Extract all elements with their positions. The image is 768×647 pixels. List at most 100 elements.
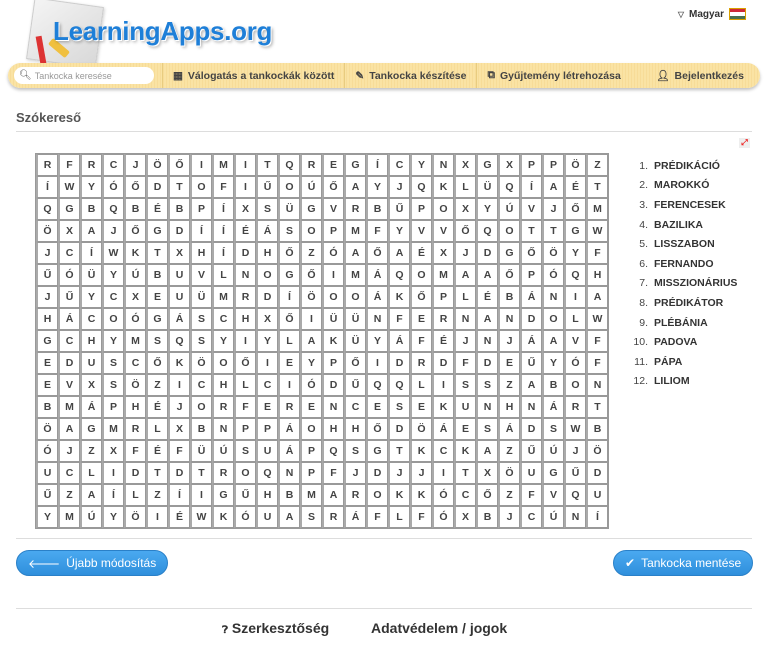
grid-cell[interactable]: W xyxy=(564,418,586,440)
grid-cell[interactable]: S xyxy=(388,396,410,418)
grid-cell[interactable]: Y xyxy=(542,352,564,374)
grid-cell[interactable]: Y xyxy=(212,330,234,352)
grid-cell[interactable]: J xyxy=(564,440,586,462)
grid-cell[interactable]: X xyxy=(454,154,476,176)
grid-cell[interactable]: A xyxy=(80,220,102,242)
grid-cell[interactable]: P xyxy=(432,286,454,308)
grid-cell[interactable]: K xyxy=(432,396,454,418)
grid-cell[interactable]: I xyxy=(190,484,212,506)
grid-cell[interactable]: Ő xyxy=(366,418,388,440)
grid-cell[interactable]: K xyxy=(410,484,432,506)
grid-cell[interactable]: T xyxy=(454,462,476,484)
grid-cell[interactable]: A xyxy=(586,286,608,308)
grid-cell[interactable]: R xyxy=(278,396,300,418)
grid-cell[interactable]: O xyxy=(366,484,388,506)
grid-cell[interactable]: I xyxy=(256,352,278,374)
grid-cell[interactable]: B xyxy=(542,374,564,396)
grid-cell[interactable]: Ű xyxy=(58,286,80,308)
grid-cell[interactable]: U xyxy=(36,462,58,484)
grid-cell[interactable]: V xyxy=(322,198,344,220)
grid-cell[interactable]: G xyxy=(212,484,234,506)
grid-cell[interactable]: G xyxy=(278,264,300,286)
grid-cell[interactable]: S xyxy=(344,440,366,462)
grid-cell[interactable]: F xyxy=(322,462,344,484)
grid-cell[interactable]: C xyxy=(58,242,80,264)
grid-cell[interactable]: Á xyxy=(344,506,366,528)
grid-cell[interactable]: W xyxy=(102,242,124,264)
grid-cell[interactable]: P xyxy=(410,198,432,220)
grid-cell[interactable]: Á xyxy=(388,330,410,352)
grid-cell[interactable]: R xyxy=(564,396,586,418)
grid-cell[interactable]: M xyxy=(432,264,454,286)
grid-cell[interactable]: Y xyxy=(36,506,58,528)
grid-cell[interactable]: G xyxy=(564,220,586,242)
grid-cell[interactable]: Y xyxy=(102,330,124,352)
grid-cell[interactable]: G xyxy=(344,154,366,176)
grid-cell[interactable]: B xyxy=(168,198,190,220)
grid-cell[interactable]: Ő xyxy=(454,220,476,242)
grid-cell[interactable]: X xyxy=(454,198,476,220)
grid-cell[interactable]: Y xyxy=(410,154,432,176)
grid-cell[interactable]: Ő xyxy=(278,242,300,264)
grid-cell[interactable]: A xyxy=(388,242,410,264)
grid-cell[interactable]: G xyxy=(36,330,58,352)
grid-cell[interactable]: X xyxy=(454,506,476,528)
grid-cell[interactable]: P xyxy=(542,154,564,176)
grid-cell[interactable]: O xyxy=(300,220,322,242)
grid-cell[interactable]: D xyxy=(58,352,80,374)
grid-cell[interactable]: A xyxy=(476,308,498,330)
grid-cell[interactable]: H xyxy=(586,264,608,286)
grid-cell[interactable]: Ű xyxy=(520,440,542,462)
grid-cell[interactable]: Á xyxy=(366,264,388,286)
grid-cell[interactable]: K xyxy=(432,176,454,198)
grid-cell[interactable]: Á xyxy=(80,396,102,418)
grid-cell[interactable]: V xyxy=(190,264,212,286)
grid-cell[interactable]: F xyxy=(58,154,80,176)
grid-cell[interactable]: T xyxy=(168,176,190,198)
save-button[interactable]: ✔ Tankocka mentése xyxy=(613,550,754,576)
grid-cell[interactable]: O xyxy=(102,308,124,330)
grid-cell[interactable]: É xyxy=(146,198,168,220)
grid-cell[interactable]: V xyxy=(58,374,80,396)
grid-cell[interactable]: S xyxy=(102,374,124,396)
grid-cell[interactable]: Z xyxy=(300,242,322,264)
grid-cell[interactable]: Ő xyxy=(410,286,432,308)
grid-cell[interactable]: Ő xyxy=(322,176,344,198)
grid-cell[interactable]: D xyxy=(520,308,542,330)
grid-cell[interactable]: Ö xyxy=(542,242,564,264)
nav-collection[interactable]: ⧉ Gyűjtemény létrehozása xyxy=(476,63,630,88)
grid-cell[interactable]: Í xyxy=(366,154,388,176)
grid-cell[interactable]: F xyxy=(212,176,234,198)
grid-cell[interactable]: Í xyxy=(212,220,234,242)
grid-cell[interactable]: T xyxy=(542,220,564,242)
grid-cell[interactable]: R xyxy=(300,154,322,176)
grid-cell[interactable]: Z xyxy=(498,484,520,506)
grid-cell[interactable]: S xyxy=(476,418,498,440)
grid-cell[interactable]: Á xyxy=(520,330,542,352)
grid-cell[interactable]: P xyxy=(256,418,278,440)
grid-cell[interactable]: I xyxy=(432,462,454,484)
grid-cell[interactable]: R xyxy=(432,308,454,330)
grid-cell[interactable]: F xyxy=(234,396,256,418)
grid-cell[interactable]: U xyxy=(256,506,278,528)
footer-editorial-link[interactable]: ❓︎ Szerkesztőség xyxy=(222,620,329,636)
grid-cell[interactable]: É xyxy=(234,220,256,242)
grid-cell[interactable]: J xyxy=(102,220,124,242)
grid-cell[interactable]: X xyxy=(256,308,278,330)
grid-cell[interactable]: R xyxy=(80,154,102,176)
grid-cell[interactable]: L xyxy=(454,286,476,308)
grid-cell[interactable]: J xyxy=(454,330,476,352)
grid-cell[interactable]: D xyxy=(388,418,410,440)
grid-cell[interactable]: D xyxy=(366,462,388,484)
grid-cell[interactable]: K xyxy=(168,352,190,374)
grid-cell[interactable]: X xyxy=(168,242,190,264)
grid-cell[interactable]: D xyxy=(146,176,168,198)
grid-cell[interactable]: S xyxy=(234,440,256,462)
grid-cell[interactable]: Ő xyxy=(564,198,586,220)
grid-cell[interactable]: Z xyxy=(498,440,520,462)
grid-cell[interactable]: S xyxy=(300,506,322,528)
grid-cell[interactable]: I xyxy=(168,374,190,396)
grid-cell[interactable]: É xyxy=(432,330,454,352)
grid-cell[interactable]: Ő xyxy=(278,308,300,330)
grid-cell[interactable]: Ö xyxy=(124,374,146,396)
